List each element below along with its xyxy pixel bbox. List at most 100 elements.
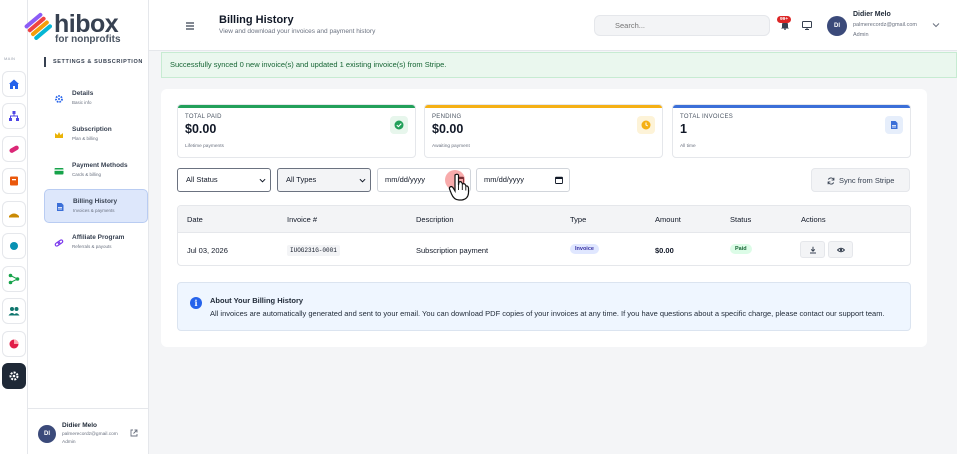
stat-sub: Awaiting payment [432,144,470,149]
credit-card-icon [54,166,64,176]
hand-cursor-icon [448,173,470,201]
top-header: Billing History View and download your i… [149,0,957,51]
date-to-input[interactable]: mm/dd/yyyy [476,168,570,192]
stat-accent-bar [425,105,662,108]
type-filter-value: All Types [286,175,317,184]
column-header-actions: Actions [801,215,826,224]
stat-card-total-invoices: TOTAL INVOICES 1 All time [672,104,911,158]
sidebar-item-subscription[interactable]: Subscription Plan & billing [44,118,148,152]
sidebar-item-details[interactable]: Details Basic info [44,82,148,116]
stat-label: TOTAL PAID [185,114,222,120]
invoice-description: Subscription payment [416,246,489,255]
org-chart-icon [9,111,19,121]
stat-value: 1 [680,122,687,136]
user-name: Didier Melo [62,422,98,429]
avatar: DI [38,425,56,443]
sidebar-item-payment-methods[interactable]: Payment Methods Cards & billing [44,154,148,188]
brand-logo[interactable]: hibox for nonprofits [24,8,149,48]
invoice-amount: $0.00 [655,246,674,255]
invoice-table: Date Invoice # Description Type Amount S… [177,205,911,266]
rail-reports-button[interactable] [2,331,26,357]
column-header-date[interactable]: Date [187,215,203,224]
sidebar-item-affiliate-program[interactable]: Affiliate Program Referrals & payouts [44,226,148,260]
stat-label: PENDING [432,114,462,120]
box-icon [10,176,18,186]
sidebar-item-billing-history[interactable]: Billing History Invoices & payments [44,189,148,223]
stat-accent-bar [178,105,415,108]
status-filter-value: All Status [186,175,218,184]
network-icon [8,273,20,285]
clock-icon [637,116,655,134]
sidebar-item-sub: Basic info [72,100,92,105]
home-icon [9,79,19,89]
column-header-description[interactable]: Description [416,215,454,224]
rail-users-button[interactable] [2,298,26,324]
check-circle-icon [390,116,408,134]
sidebar-item-sub: Referrals & payouts [72,244,112,249]
info-title: About Your Billing History [210,296,304,305]
external-link-icon[interactable] [130,429,138,437]
logo-mark-icon [24,12,52,40]
sync-from-stripe-button[interactable]: Sync from Stripe [811,168,910,192]
sidebar-item-label: Payment Methods [72,162,128,169]
date-to-value: mm/dd/yyyy [484,175,525,184]
user-role: Admin [62,440,76,445]
users-icon [8,307,20,316]
user-name: Didier Melo [853,11,891,18]
hamburger-menu-icon[interactable] [185,21,195,31]
rail-home-button[interactable] [2,71,26,97]
sidebar-item-label: Subscription [72,126,112,133]
rail-campaigns-button[interactable] [2,168,26,194]
pie-chart-icon [9,339,19,349]
monitor-icon[interactable] [802,21,812,30]
status-filter-select[interactable]: All Status [177,168,271,192]
stat-value: $0.00 [185,122,217,136]
rail-section-label: MAIN [4,56,16,61]
gear-icon [9,371,19,381]
page-subtitle: View and download your invoices and paym… [219,28,376,35]
status-badge: Paid [730,244,752,254]
rail-events-button[interactable] [2,201,26,227]
rail-network-button[interactable] [2,266,26,292]
chevron-down-icon [259,178,266,183]
rail-settings-button[interactable] [2,363,26,389]
crown-icon [54,130,64,140]
link-icon [54,238,64,248]
notification-badge: 99+ [777,16,792,23]
stat-card-pending: PENDING $0.00 Awaiting payment [424,104,663,158]
download-icon [809,246,816,253]
invoice-date: Jul 03, 2026 [187,246,228,255]
chevron-down-icon [359,178,366,183]
sync-button-label: Sync from Stripe [839,176,895,185]
hat-icon [9,213,19,218]
info-text: All invoices are automatically generated… [210,309,885,318]
table-header: Date Invoice # Description Type Amount S… [178,206,910,233]
column-header-status[interactable]: Status [730,215,751,224]
rail-integrations-button[interactable] [2,233,26,259]
stat-value: $0.00 [432,122,464,136]
calendar-icon[interactable] [555,176,563,184]
column-header-amount[interactable]: Amount [655,215,681,224]
type-badge: Invoice [570,244,599,254]
rail-org-button[interactable] [2,103,26,129]
chevron-down-icon[interactable] [932,21,940,29]
user-role: Admin [853,32,869,38]
sidebar-user[interactable]: DI Didier Melo palmerecordz@gmail.com Ad… [28,408,149,454]
column-header-invoice[interactable]: Invoice # [287,215,317,224]
type-filter-select[interactable]: All Types [277,168,371,192]
user-email: palmerecordz@gmail.com [62,432,118,437]
sidebar-item-label: Billing History [73,198,118,205]
avatar[interactable]: DI [827,16,847,36]
column-header-type[interactable]: Type [570,215,586,224]
rail-donations-button[interactable] [2,136,26,162]
view-invoice-button[interactable] [828,241,853,258]
stat-card-total-paid: TOTAL PAID $0.00 Lifetime payments [177,104,416,158]
download-invoice-button[interactable] [800,241,825,258]
stat-label: TOTAL INVOICES [680,114,734,120]
sidebar-item-sub: Invoices & payments [73,208,115,213]
sidebar-item-sub: Plan & billing [72,136,99,141]
user-email: palmerecordz@gmail.com [853,22,917,28]
stat-sub: All time [680,144,696,149]
info-icon: i [190,297,202,309]
search-input[interactable] [594,15,770,36]
